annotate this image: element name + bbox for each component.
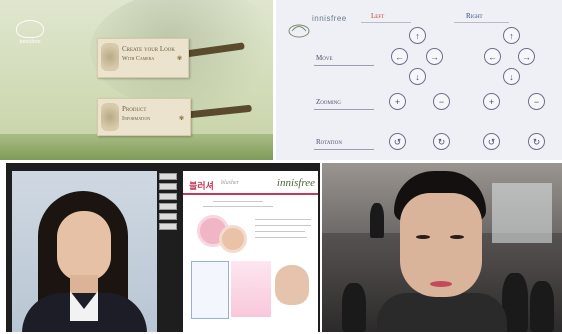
blush-palette [219,225,247,253]
text-line [255,225,311,226]
row-underline [314,65,374,66]
text-line [255,231,305,232]
left-move-right-button[interactable]: → [426,48,443,65]
bystander [530,281,554,332]
product-information-button[interactable]: Product Information ✾ [97,98,191,136]
rotation-label: Rotation [316,138,342,146]
model-face [275,265,309,305]
doc-header-bar [183,193,318,195]
stamp-icon: ✾ [178,116,184,122]
right-rotate-cw-button[interactable]: ↻ [528,133,545,150]
doc-subtitle: blusher [221,180,239,186]
bystander [342,283,366,332]
brand-text: innisfree [312,14,347,23]
create-look-sublabel: With Camera [122,56,155,62]
leaf-emblem-icon [288,24,310,38]
side-button[interactable] [159,183,177,190]
product-label: Product [122,105,147,113]
side-button[interactable] [159,193,177,200]
left-move-up-button[interactable]: ↑ [409,27,426,44]
subject-eye [450,235,464,239]
left-zoom-out-button[interactable]: − [433,93,450,110]
subject-body [377,293,507,332]
right-zoom-out-button[interactable]: − [528,93,545,110]
create-your-look-button[interactable]: Create your Look With Camera ✾ [97,38,189,78]
side-button[interactable] [159,203,177,210]
leaf-emblem-icon [16,20,44,38]
bystander [370,203,384,238]
innisfree-logo: innisfree [16,20,44,45]
row-underline [314,149,374,150]
zooming-label: Zooming [316,98,341,106]
right-move-right-button[interactable]: → [518,48,535,65]
product-sublabel: Information [122,116,151,122]
side-button[interactable] [159,213,177,220]
innisfree-logo: innisfree [288,14,346,43]
right-rotate-ccw-button[interactable]: ↺ [483,133,500,150]
text-line [213,201,263,202]
flower-icon [101,43,119,71]
right-move-up-button[interactable]: ↑ [503,27,520,44]
side-button[interactable] [159,173,177,180]
right-zoom-in-button[interactable]: + [483,93,500,110]
menu-panel: innisfree Create your Look With Camera ✾… [0,0,273,160]
tip-box [191,261,229,319]
logo-text: innisfree [19,39,41,45]
product-document: 블러셔 blusher innisfree [183,171,318,332]
left-zoom-in-button[interactable]: + [389,93,406,110]
webcam-view [322,163,562,332]
right-move-left-button[interactable]: ← [484,48,501,65]
header-underline [361,22,411,23]
face-shape [57,211,111,281]
app-window: 블러셔 blusher innisfree [6,163,320,332]
header-underline [454,22,509,23]
doc-title: 블러셔 [189,181,214,191]
row-underline [314,109,374,110]
create-look-label: Create your Look [122,45,175,53]
control-panel: innisfree Left Right Move Zooming Rotati… [276,0,562,160]
portrait-photo [12,171,157,332]
right-move-down-button[interactable]: ↓ [503,68,520,85]
text-line [203,206,273,207]
flower-icon [101,103,119,131]
text-line [255,237,307,238]
left-move-down-button[interactable]: ↓ [409,68,426,85]
left-rotate-ccw-button[interactable]: ↺ [389,133,406,150]
doc-brand: innisfree [276,177,315,189]
move-label: Move [316,54,333,62]
text-line [255,219,311,220]
side-button[interactable] [159,223,177,230]
grass-decoration [0,134,273,160]
left-rotate-cw-button[interactable]: ↻ [433,133,450,150]
left-header: Left [371,12,385,20]
promo-box [231,261,271,317]
subject-eye [416,235,430,239]
stamp-icon: ✾ [176,56,182,62]
left-move-left-button[interactable]: ← [391,48,408,65]
lipstick-overlay [430,281,452,287]
right-header: Right [466,12,483,20]
background-window [492,183,552,243]
